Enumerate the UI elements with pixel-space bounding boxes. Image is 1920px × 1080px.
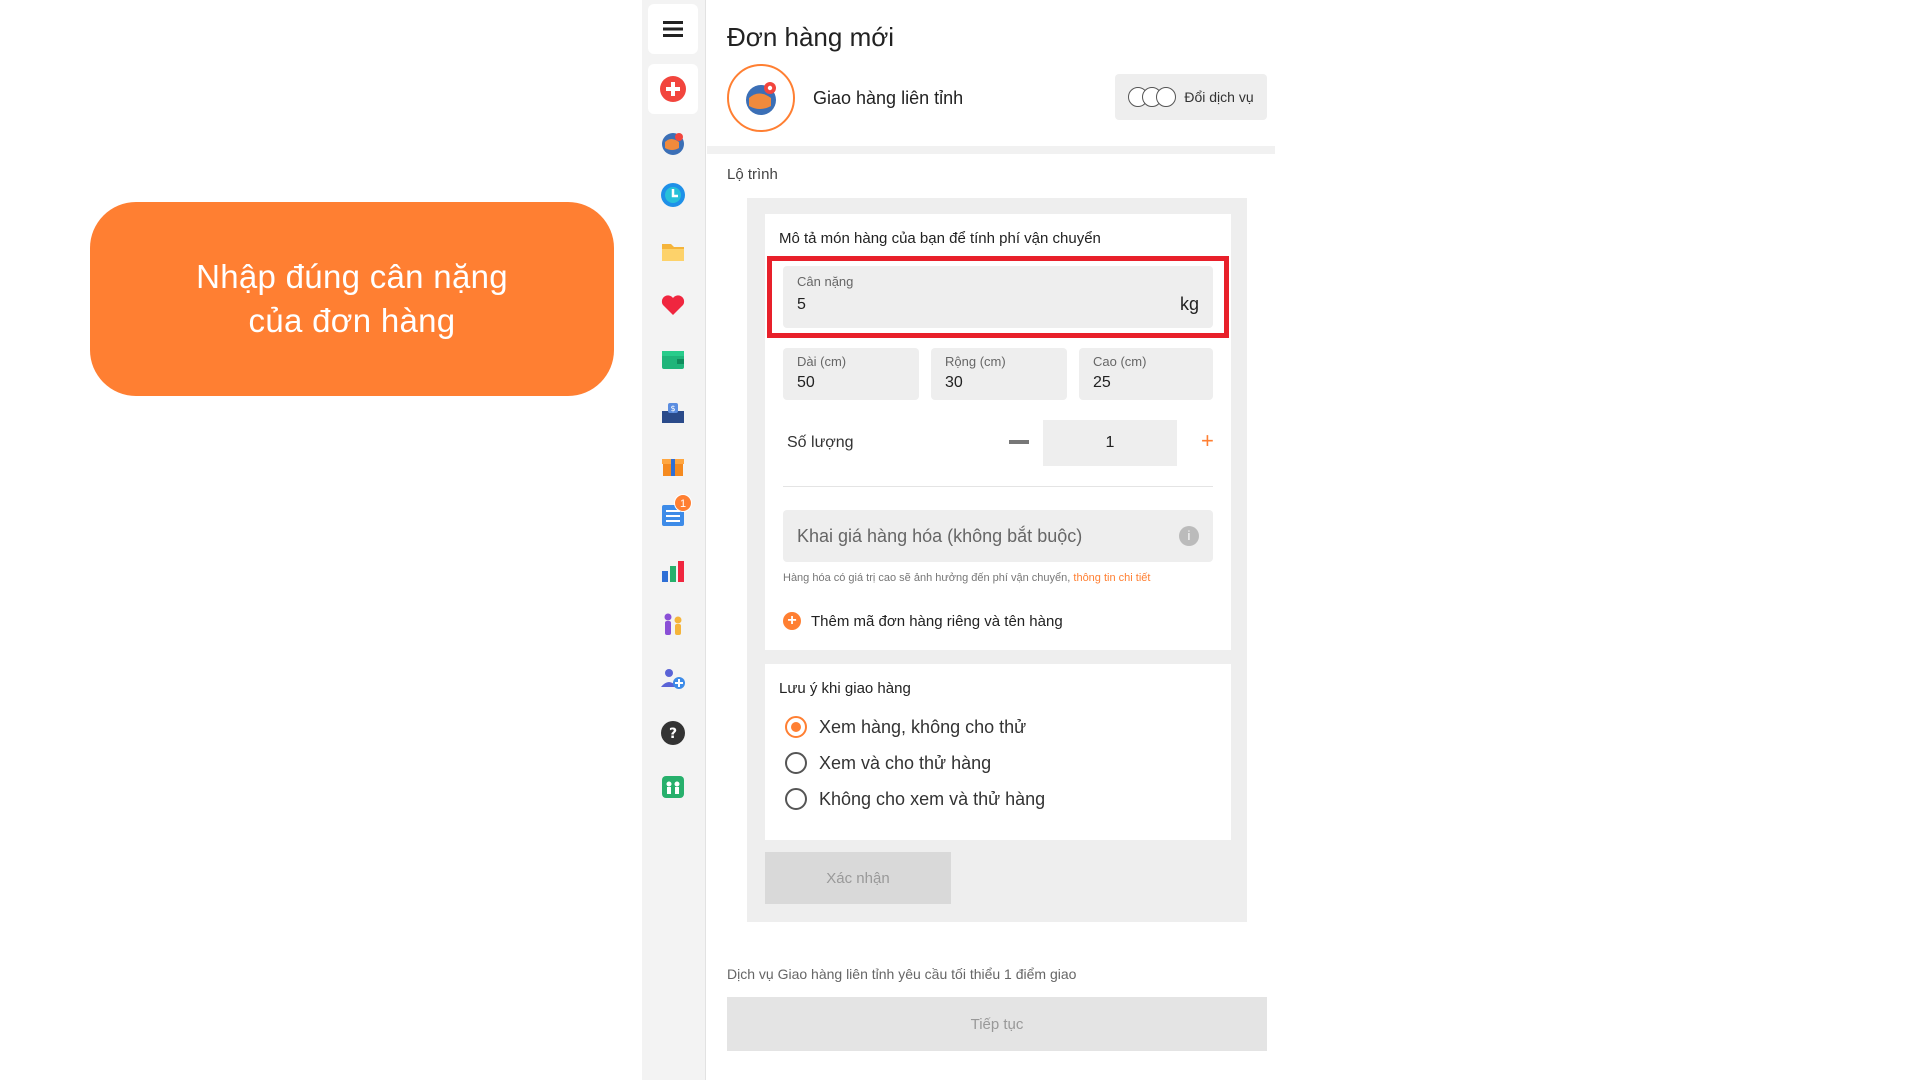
service-name: Giao hàng liên tỉnh — [813, 88, 964, 108]
sidebar-item-help[interactable]: ? — [648, 708, 698, 758]
add-order-icon — [660, 76, 686, 102]
sidebar-item-wallet[interactable] — [648, 334, 698, 384]
service-mini-icon — [1156, 87, 1177, 107]
option-label: Không cho xem và thử hàng — [819, 788, 1046, 809]
page-title: Đơn hàng mới — [727, 22, 895, 52]
change-service-button[interactable]: Đổi dịch vụ — [1115, 74, 1267, 120]
callout-text: Nhập đúng cân nặng của đơn hàng — [196, 258, 508, 339]
team-icon — [662, 776, 684, 798]
sidebar-item-history[interactable] — [648, 170, 698, 220]
service-icons — [1128, 87, 1177, 107]
delivery-note-card: Lưu ý khi giao hàng Xem hàng, không cho … — [765, 664, 1231, 840]
add-order-code-button[interactable]: + Thêm mã đơn hàng riêng và tên hàng — [783, 612, 1063, 630]
route-label: Lộ trình — [727, 166, 778, 183]
info-icon[interactable]: i — [1179, 526, 1199, 546]
change-service-label: Đổi dịch vụ — [1184, 89, 1254, 105]
people-icon — [664, 613, 682, 635]
width-label: Rộng (cm) — [945, 354, 1006, 369]
add-user-icon — [661, 669, 685, 689]
notification-badge: 1 — [674, 494, 692, 512]
clock-icon — [661, 183, 685, 207]
length-value: 50 — [797, 374, 815, 391]
note-text: Hàng hóa có giá trị cao sẽ ảnh hưởng đến… — [783, 572, 1074, 584]
details-link[interactable]: thông tin chi tiết — [1073, 572, 1150, 584]
wallet-icon — [662, 351, 684, 369]
sidebar-item-new-order[interactable] — [648, 64, 698, 114]
svg-text:$: $ — [670, 404, 675, 413]
sidebar: $ 1 ? — [642, 0, 706, 1080]
heart-icon — [661, 295, 685, 315]
option-label: Xem và cho thử hàng — [819, 752, 992, 773]
length-label: Dài (cm) — [797, 354, 847, 369]
quantity-decrease-button[interactable] — [1009, 440, 1029, 444]
delivery-option-view-and-try[interactable]: Xem và cho thử hàng — [785, 752, 991, 774]
radio-selected-icon — [785, 716, 807, 738]
sidebar-item-payments[interactable]: $ — [648, 388, 698, 438]
item-card-title: Mô tả món hàng của bạn để tính phí vận c… — [779, 230, 1101, 247]
gift-icon — [662, 459, 684, 476]
radio-unselected-icon — [785, 788, 807, 810]
globe-delivery-icon — [662, 133, 684, 155]
service-logo — [727, 64, 795, 132]
delivery-option-view-no-try[interactable]: Xem hàng, không cho thử — [785, 716, 1026, 738]
sidebar-item-documents[interactable] — [648, 226, 698, 276]
page: Nhập đúng cân nặng của đơn hàng $ 1 ? Đơ… — [0, 0, 1920, 1080]
quantity-label: Số lượng — [787, 434, 854, 451]
option-label: Xem hàng, không cho thử — [819, 716, 1027, 737]
sidebar-item-referral[interactable] — [648, 600, 698, 650]
height-field[interactable]: Cao (cm) 25 — [1079, 348, 1213, 400]
quantity-increase-button[interactable]: + — [1201, 428, 1214, 454]
section-divider — [707, 146, 1275, 154]
delivery-note-title: Lưu ý khi giao hàng — [779, 680, 911, 697]
width-field[interactable]: Rộng (cm) 30 — [931, 348, 1067, 400]
weight-highlight-box — [767, 256, 1229, 338]
quantity-input[interactable]: 1 — [1043, 420, 1177, 466]
height-label: Cao (cm) — [1093, 354, 1147, 369]
radio-unselected-icon — [785, 752, 807, 774]
bar-chart-icon — [662, 561, 684, 582]
help-icon: ? — [661, 721, 685, 745]
money-box-icon: $ — [662, 403, 684, 423]
divider-line — [783, 486, 1213, 487]
confirm-button[interactable]: Xác nhận — [765, 852, 951, 904]
sidebar-item-reports[interactable] — [648, 546, 698, 596]
instruction-callout: Nhập đúng cân nặng của đơn hàng — [90, 202, 614, 396]
item-description-card: Mô tả món hàng của bạn để tính phí vận c… — [765, 214, 1231, 650]
svg-text:?: ? — [669, 726, 677, 742]
width-value: 30 — [945, 374, 963, 391]
sidebar-item-favorites[interactable] — [648, 280, 698, 330]
sidebar-item-team[interactable] — [648, 762, 698, 812]
sidebar-item-orders-list[interactable]: 1 — [648, 490, 698, 540]
plus-circle-icon: + — [783, 612, 801, 630]
add-order-code-label: Thêm mã đơn hàng riêng và tên hàng — [811, 612, 1063, 630]
requirement-note: Dịch vụ Giao hàng liên tỉnh yêu cầu tối … — [727, 966, 1077, 982]
declared-value-placeholder: Khai giá hàng hóa (không bắt buộc) — [797, 526, 1083, 546]
height-value: 25 — [1093, 374, 1111, 391]
sidebar-item-delivery[interactable] — [648, 118, 698, 168]
hamburger-menu-icon — [663, 21, 683, 37]
sidebar-item-rewards[interactable] — [648, 440, 698, 490]
globe-delivery-icon — [746, 82, 776, 115]
continue-button[interactable]: Tiếp tục — [727, 997, 1267, 1051]
folder-icon — [662, 244, 684, 261]
length-field[interactable]: Dài (cm) 50 — [783, 348, 919, 400]
sidebar-item-add-user[interactable] — [648, 654, 698, 704]
declared-value-note: Hàng hóa có giá trị cao sẽ ảnh hưởng đến… — [783, 572, 1150, 584]
declared-value-field[interactable]: Khai giá hàng hóa (không bắt buộc) i — [783, 510, 1213, 562]
new-order-panel: Đơn hàng mới Giao hàng liên tỉnh Đổi dịc… — [707, 0, 1275, 1080]
sidebar-menu-button[interactable] — [648, 4, 698, 54]
delivery-option-no-view[interactable]: Không cho xem và thử hàng — [785, 788, 1045, 810]
